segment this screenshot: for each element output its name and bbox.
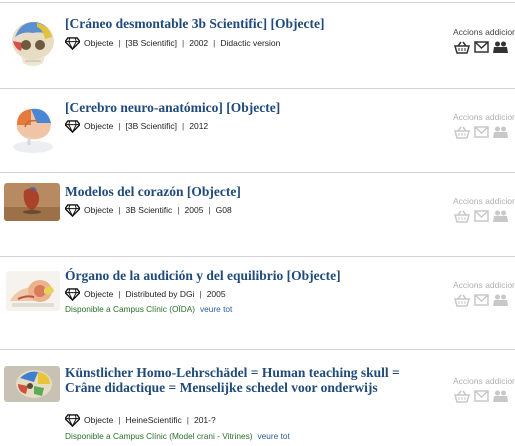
- people-icon[interactable]: [493, 210, 508, 222]
- availability-line: Disponible a Campus Clínic (Model crani …: [65, 431, 290, 441]
- results-list: [Cráneo desmontable 3b Scientific] [Obje…: [0, 0, 515, 446]
- result-title[interactable]: Órgano de la audición y del equilibrio […: [65, 268, 395, 283]
- actions-label: Accions addicionals: [453, 376, 515, 386]
- gem-icon: [65, 36, 80, 50]
- result-code: G08: [215, 205, 232, 215]
- result-item: [Cerebro neuro-anatómico] [Objecte] Obje…: [0, 89, 515, 173]
- actions-icons: [454, 126, 508, 139]
- mail-icon[interactable]: [474, 126, 489, 138]
- result-type: Objecte: [84, 415, 114, 425]
- see-all-link[interactable]: veure tot: [200, 304, 232, 314]
- result-publisher: HeineScientific: [125, 415, 182, 425]
- people-icon[interactable]: [493, 41, 508, 53]
- result-thumbnail[interactable]: [4, 183, 60, 221]
- result-title[interactable]: Künstlicher Homo-Lehrschädel = Human tea…: [65, 365, 405, 395]
- mail-icon[interactable]: [474, 41, 489, 53]
- basket-icon[interactable]: [454, 210, 470, 223]
- result-publisher: [3B Scientific]: [125, 38, 178, 48]
- result-year: 2002: [189, 38, 209, 48]
- result-meta: Objecte | [3B Scientific] | 2002 | Didac…: [65, 36, 280, 50]
- result-title[interactable]: [Cerebro neuro-anatómico] [Objecte]: [65, 100, 395, 115]
- actions-label: Accions addicionals: [453, 112, 515, 122]
- mail-icon[interactable]: [474, 390, 489, 402]
- availability-text: Disponible a Campus Clínic (OÏDA): [65, 304, 196, 314]
- result-year: 201-?: [193, 415, 216, 425]
- basket-icon[interactable]: [454, 126, 470, 139]
- gem-icon: [65, 413, 80, 427]
- result-thumbnail[interactable]: [7, 99, 59, 157]
- result-publisher: 3B Scientific: [125, 205, 173, 215]
- actions-label: Accions addicionals: [453, 280, 515, 290]
- actions-label: Accions addicionals: [453, 196, 515, 206]
- result-publisher: Distributed by DGi: [125, 289, 195, 299]
- result-meta: Objecte | 3B Scientific | 2005 | G08: [65, 203, 232, 217]
- result-thumbnail[interactable]: [6, 271, 60, 311]
- result-type: Objecte: [84, 289, 114, 299]
- result-type: Objecte: [84, 205, 114, 215]
- result-meta: Objecte | Distributed by DGi | 2005: [65, 287, 226, 301]
- actions-icons: [454, 390, 508, 403]
- result-title[interactable]: [Cráneo desmontable 3b Scientific] [Obje…: [65, 16, 395, 31]
- result-title[interactable]: Modelos del corazón [Objecte]: [65, 184, 395, 199]
- result-item: Órgano de la audición y del equilibrio […: [0, 257, 515, 350]
- result-year: 2012: [189, 121, 209, 131]
- result-publisher: [3B Scientific]: [125, 121, 178, 131]
- actions-label: Accions addicionals: [453, 27, 515, 37]
- result-item: Modelos del corazón [Objecte] Objecte | …: [0, 173, 515, 257]
- result-type: Objecte: [84, 38, 114, 48]
- basket-icon[interactable]: [454, 294, 470, 307]
- gem-icon: [65, 119, 80, 133]
- basket-icon[interactable]: [454, 41, 470, 54]
- basket-icon[interactable]: [454, 390, 470, 403]
- people-icon[interactable]: [493, 390, 508, 402]
- actions-icons: [454, 294, 508, 307]
- result-year: 2005: [184, 205, 204, 215]
- people-icon[interactable]: [493, 126, 508, 138]
- result-meta: Objecte | [3B Scientific] | 2012: [65, 119, 208, 133]
- mail-icon[interactable]: [474, 294, 489, 306]
- availability-line: Disponible a Campus Clínic (OÏDA) veure t…: [65, 304, 232, 314]
- gem-icon: [65, 203, 80, 217]
- result-edition: Didactic version: [220, 38, 281, 48]
- see-all-link[interactable]: veure tot: [258, 431, 290, 441]
- result-thumbnail[interactable]: [7, 17, 59, 75]
- availability-text: Disponible a Campus Clínic (Model crani …: [65, 431, 253, 441]
- result-year: 2005: [206, 289, 226, 299]
- gem-icon: [65, 287, 80, 301]
- result-item: Künstlicher Homo-Lehrschädel = Human tea…: [0, 350, 515, 446]
- actions-icons: [454, 210, 508, 223]
- people-icon[interactable]: [493, 294, 508, 306]
- result-meta: Objecte | HeineScientific | 201-?: [65, 413, 216, 427]
- result-item: [Cráneo desmontable 3b Scientific] [Obje…: [0, 2, 515, 89]
- mail-icon[interactable]: [474, 210, 489, 222]
- actions-icons: [454, 41, 508, 54]
- result-type: Objecte: [84, 121, 114, 131]
- result-thumbnail[interactable]: [4, 366, 60, 402]
